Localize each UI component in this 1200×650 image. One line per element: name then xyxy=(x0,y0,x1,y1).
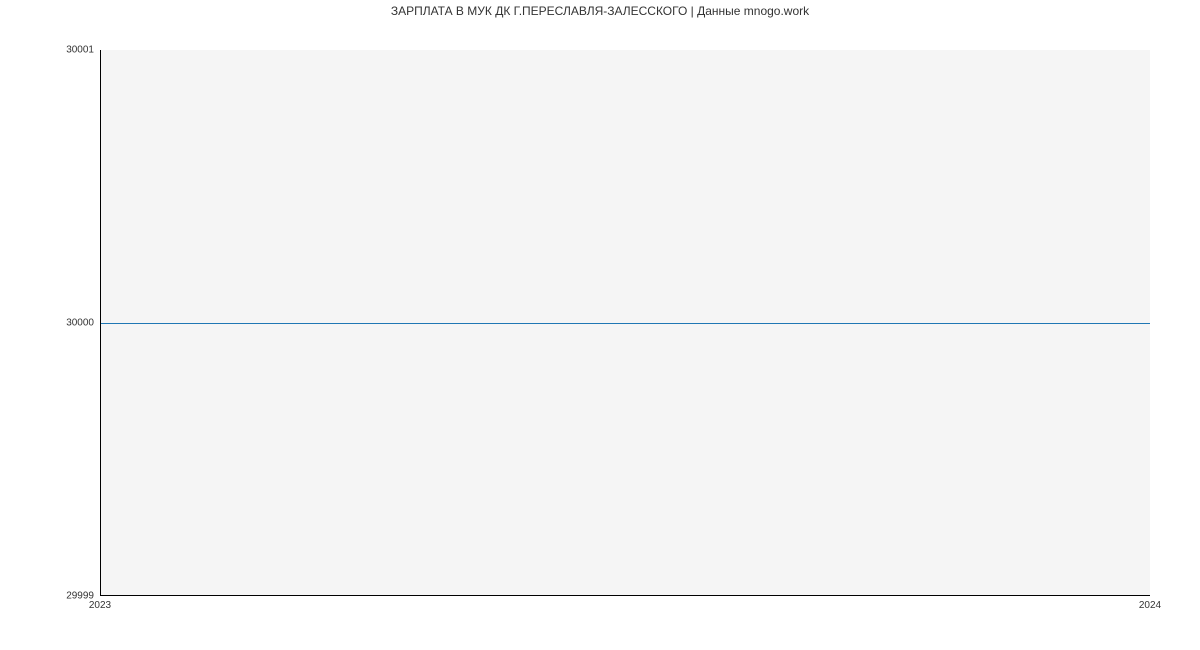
chart-title: ЗАРПЛАТА В МУК ДК Г.ПЕРЕСЛАВЛЯ-ЗАЛЕССКОГ… xyxy=(0,4,1200,18)
plot-area xyxy=(100,50,1150,596)
x-tick-0: 2023 xyxy=(89,600,111,611)
x-tick-1: 2024 xyxy=(1139,600,1161,611)
y-tick-2: 30001 xyxy=(66,45,94,56)
y-tick-1: 30000 xyxy=(66,318,94,329)
salary-line-chart: ЗАРПЛАТА В МУК ДК Г.ПЕРЕСЛАВЛЯ-ЗАЛЕССКОГ… xyxy=(0,0,1200,650)
series-line xyxy=(101,323,1150,324)
